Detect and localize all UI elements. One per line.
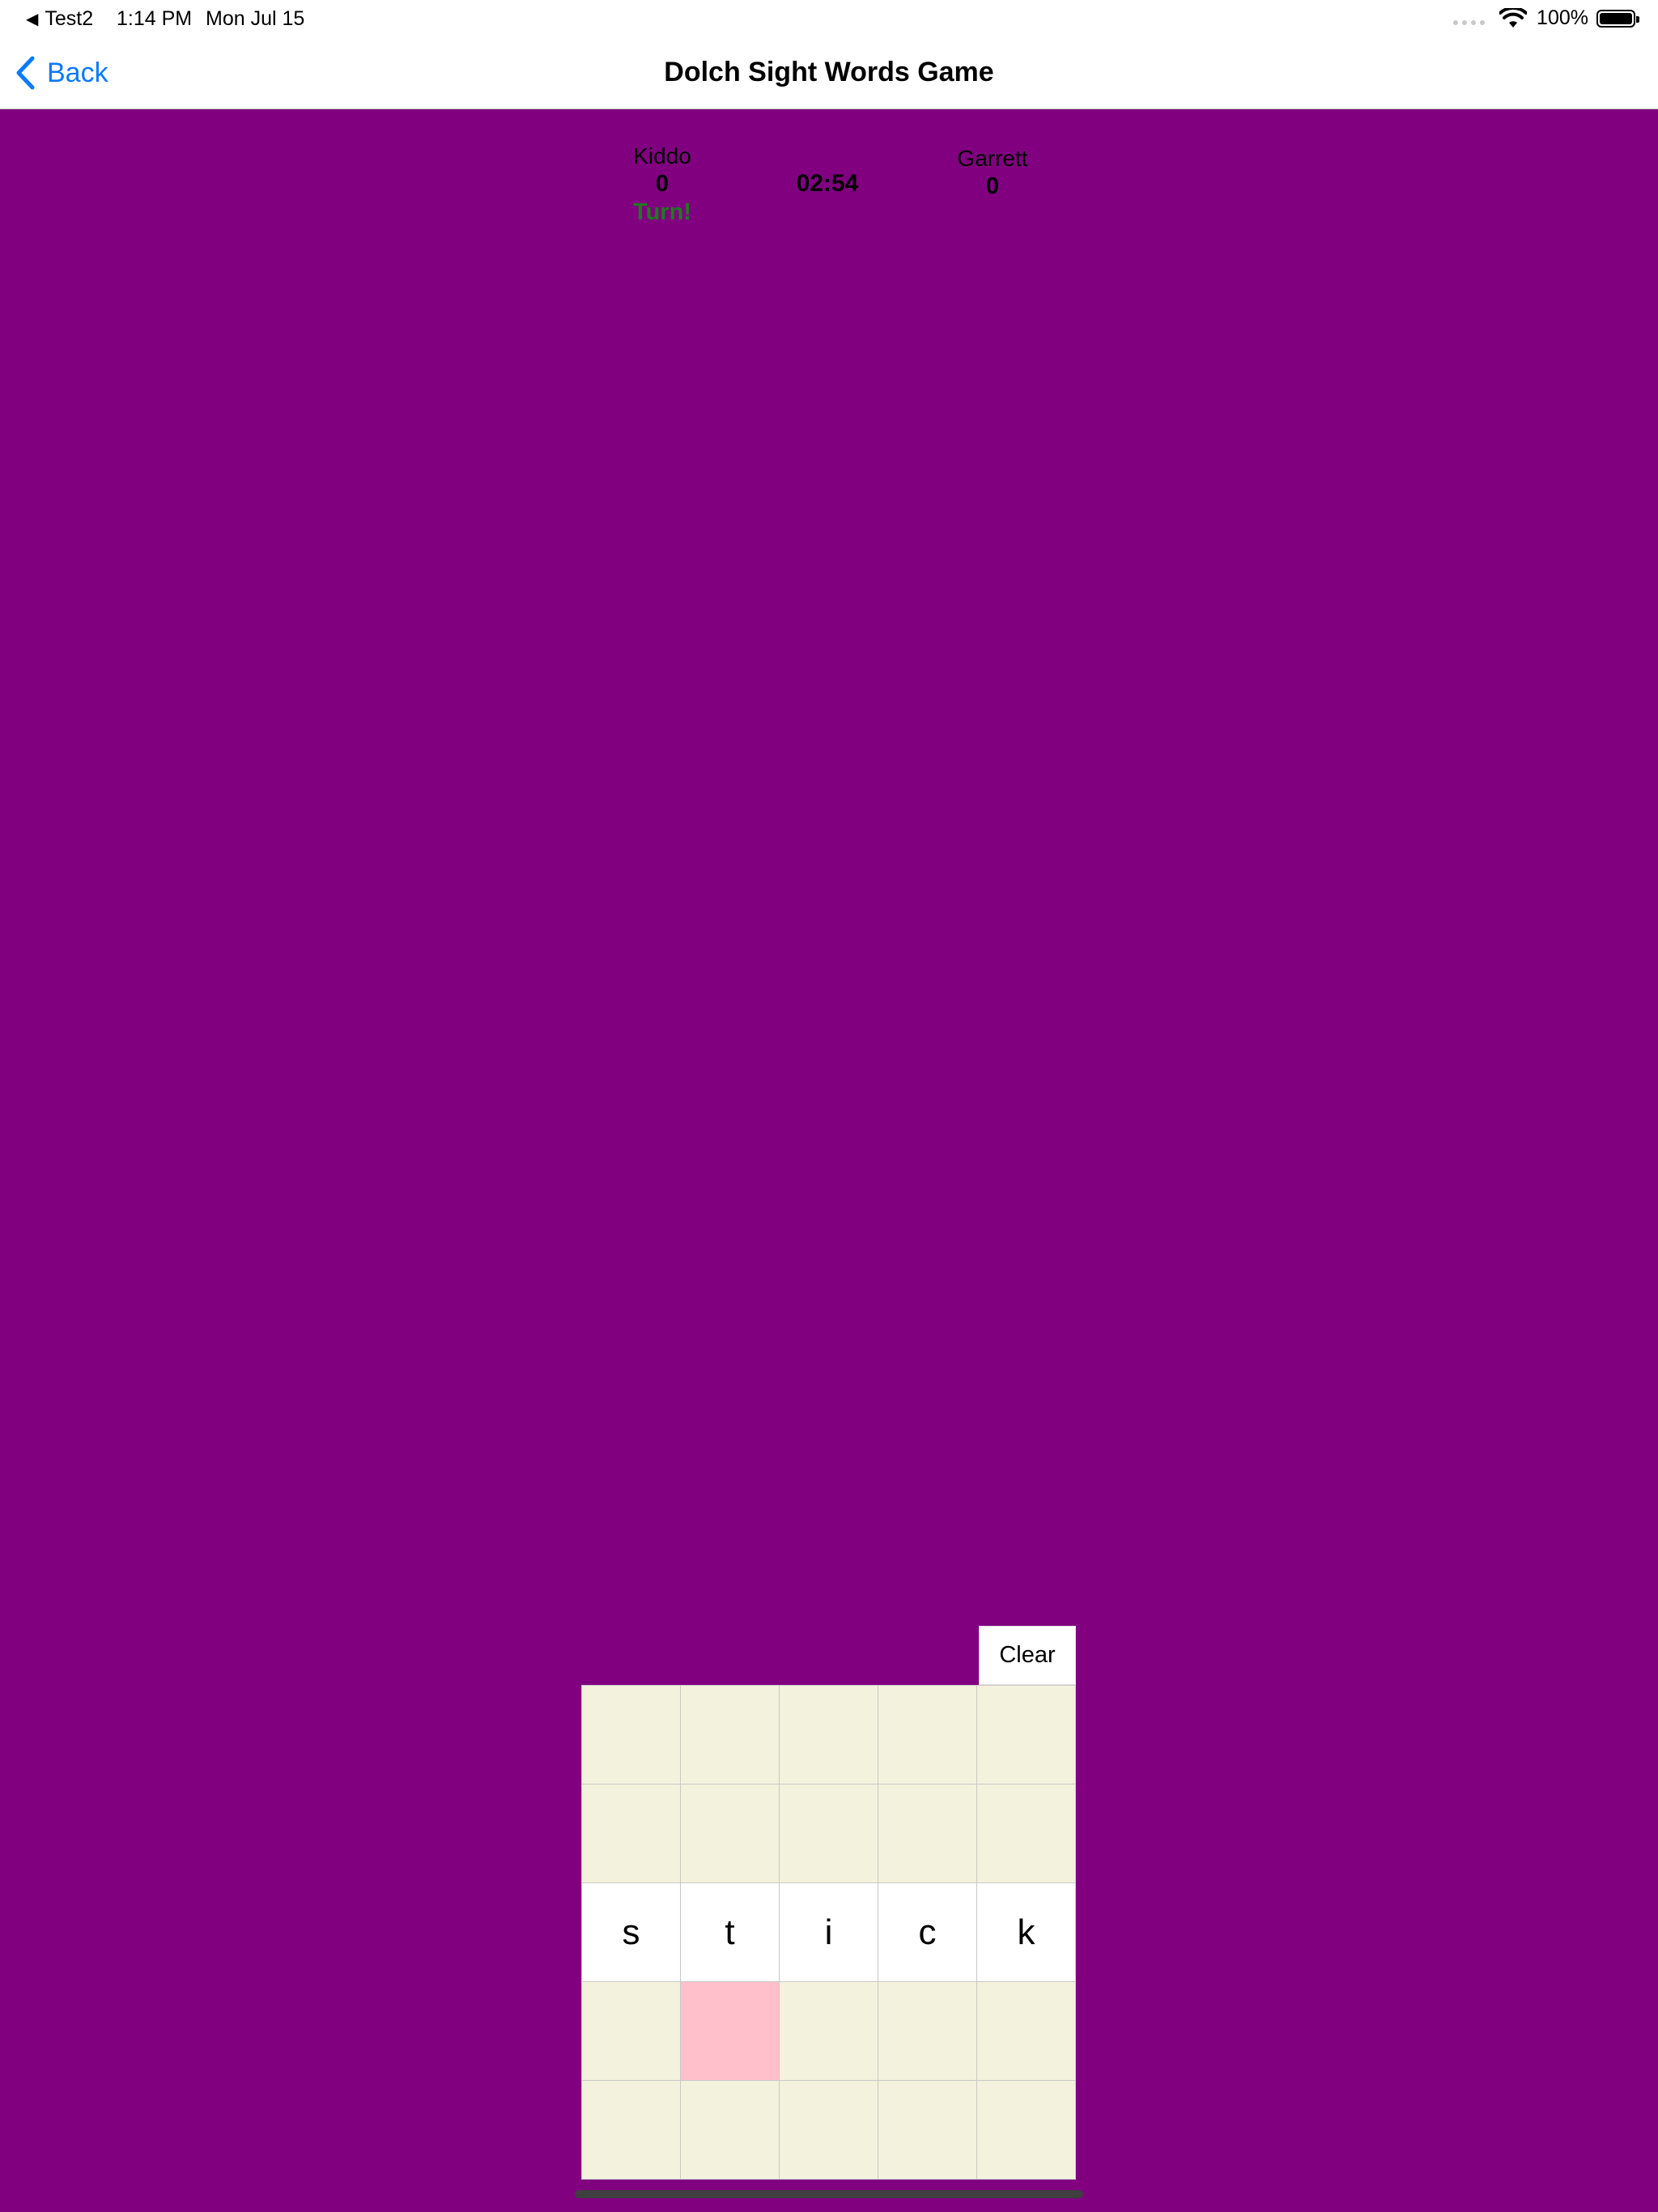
- grid-cell-letter[interactable]: k: [977, 1883, 1075, 1981]
- grid-cell[interactable]: [878, 1686, 976, 1784]
- grid-cell[interactable]: [780, 1982, 878, 2080]
- turn-indicator: Turn!: [633, 199, 691, 225]
- grid-cell-letter[interactable]: t: [681, 1883, 779, 1981]
- letter-grid: s t i c k: [581, 1685, 1076, 2180]
- game-timer: 02:54: [796, 170, 859, 197]
- grid-cell[interactable]: [582, 1982, 680, 2080]
- player-2-name: Garrett: [957, 146, 1028, 171]
- grid-cell[interactable]: [681, 1686, 779, 1784]
- player-2-score: 0: [985, 173, 1000, 199]
- battery-icon: [1596, 9, 1639, 28]
- grid-cell-highlighted[interactable]: [681, 1982, 779, 2080]
- player-2-panel: Garrett 0: [952, 146, 1033, 200]
- grid-cell[interactable]: [878, 2081, 976, 2179]
- player-1-score: 0: [655, 171, 670, 197]
- grid-cell[interactable]: [582, 1784, 680, 1882]
- clear-button[interactable]: Clear: [979, 1626, 1076, 1685]
- grid-cell[interactable]: [582, 2081, 680, 2179]
- status-time: 1:14 PM: [117, 7, 193, 30]
- grid-cell[interactable]: [878, 1982, 976, 2080]
- player-1-name: Kiddo: [633, 143, 691, 168]
- grid-cell[interactable]: [977, 1982, 1075, 2080]
- battery-percentage: 100%: [1537, 6, 1588, 29]
- grid-cell[interactable]: [780, 1784, 878, 1882]
- grid-cell[interactable]: [780, 2081, 878, 2179]
- grid-cell-letter[interactable]: i: [780, 1883, 878, 1981]
- grid-cell[interactable]: [681, 2081, 779, 2179]
- return-app-label: Test2: [45, 7, 94, 30]
- cellular-signal-icon: [1453, 19, 1486, 25]
- grid-cell[interactable]: [878, 1784, 976, 1882]
- grid-cell-letter[interactable]: c: [878, 1883, 976, 1981]
- grid-cell[interactable]: [977, 1686, 1075, 1784]
- status-bar: ◀ Test2 1:14 PM Mon Jul 15 100%: [0, 0, 1658, 39]
- return-to-app[interactable]: ◀ Test2: [26, 7, 93, 31]
- player-1-panel: Kiddo 0 Turn!: [622, 143, 703, 226]
- grid-cell[interactable]: [977, 1784, 1075, 1882]
- back-triangle-icon: ◀: [26, 11, 39, 28]
- status-date: Mon Jul 15: [206, 7, 305, 30]
- grid-cell-letter[interactable]: s: [582, 1883, 680, 1981]
- home-indicator[interactable]: [575, 2190, 1083, 2198]
- grid-cell[interactable]: [582, 1686, 680, 1784]
- page-title: Dolch Sight Words Game: [664, 57, 994, 87]
- wifi-icon: [1499, 7, 1528, 28]
- grid-cell[interactable]: [681, 1784, 779, 1882]
- navigation-bar: Back Dolch Sight Words Game: [0, 39, 1658, 109]
- game-board-area: Kiddo 0 Turn! 02:54 Garrett 0 Clear s t …: [0, 109, 1658, 2212]
- grid-cell[interactable]: [780, 1686, 878, 1784]
- grid-cell[interactable]: [977, 2081, 1075, 2179]
